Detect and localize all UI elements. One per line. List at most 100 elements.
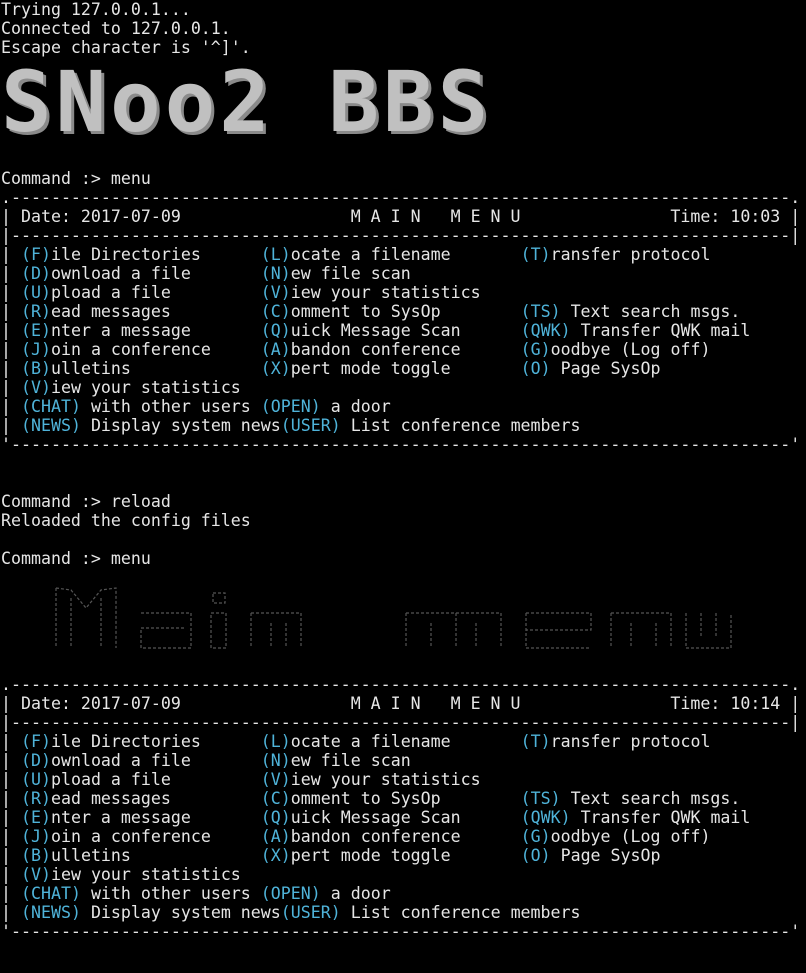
news-key[interactable]: NEWS [31,416,71,435]
main-menu-box: .---------------------------------------… [1,675,805,941]
quick-scan-key[interactable]: Q [271,321,281,340]
menu-border-bottom: '---------------------------------------… [1,435,801,454]
command-line: Command :> menu [1,549,805,568]
menu-row: | (NEWS) Display system news(USER) List … [1,416,581,435]
menu-row: | (NEWS) Display system news(USER) List … [1,903,581,922]
download-key[interactable]: D [31,264,41,283]
menu-row: | (E)nter a message (Q)uick Message Scan… [1,321,751,340]
expert-mode-key[interactable]: X [271,846,281,865]
upload-key[interactable]: U [31,283,41,302]
menu-row: | (CHAT) with other users (OPEN) a door [1,397,391,416]
text-search-key[interactable]: TS [531,789,551,808]
qwk-key[interactable]: QWK [531,808,561,827]
download-key[interactable]: D [31,751,41,770]
menu-title: M A I N M E N U [350,694,521,713]
view-stats-key-2[interactable]: V [31,865,41,884]
enter-message-key[interactable]: E [31,321,41,340]
menu-row: | (F)ile Directories (L)ocate a filename… [1,732,711,751]
menu-time: Time: 10:03 [670,207,781,226]
bulletins-key[interactable]: B [31,359,41,378]
news-key[interactable]: NEWS [31,903,71,922]
view-stats-key[interactable]: V [271,770,281,789]
command-text: reload [110,492,171,511]
join-conference-key[interactable]: J [31,827,41,846]
menu-row: | (E)nter a message (Q)uick Message Scan… [1,808,751,827]
abandon-conference-key[interactable]: A [271,827,281,846]
menu-time: Time: 10:14 [670,694,781,713]
bbs-logo-text: SNoo2 BBS [1,53,493,151]
goodbye-key[interactable]: G [531,827,541,846]
read-messages-key[interactable]: R [31,302,41,321]
bbs-logo-banner: SNoo2 BBS [1,55,805,150]
comment-key[interactable]: C [271,302,281,321]
chat-key[interactable]: CHAT [31,397,71,416]
menu-row: | (D)ownload a file (N)ew file scan [1,751,411,770]
menu-title: M A I N M E N U [350,207,521,226]
menu-border-bottom: '---------------------------------------… [1,922,801,941]
menu-border-top: .---------------------------------------… [1,188,801,207]
read-messages-key[interactable]: R [31,789,41,808]
terminal-window[interactable]: Trying 127.0.0.1... Connected to 127.0.0… [1,0,805,941]
session-line: Trying 127.0.0.1... [1,0,191,19]
bulletins-key[interactable]: B [31,846,41,865]
reload-message: Reloaded the config files [1,511,251,530]
menu-date: Date: 2017-07-09 [20,694,181,713]
open-door-key[interactable]: OPEN [271,397,311,416]
user-list-key[interactable]: USER [291,416,331,435]
open-door-key[interactable]: OPEN [271,884,311,903]
main-menu-ascii-art [55,587,732,649]
menu-row: | (B)ulletins (X)pert mode toggle (O) Pa… [1,846,661,865]
menu-divider: |---------------------------------------… [1,226,801,245]
new-file-scan-key[interactable]: N [271,751,281,770]
command-text: menu [110,549,151,568]
abandon-conference-key[interactable]: A [271,340,281,359]
menu-row: | (R)ead messages (C)omment to SysOp (TS… [1,789,741,808]
command-text: menu [110,169,151,188]
view-stats-key[interactable]: V [271,283,281,302]
command-prompt: Command :> [1,169,111,188]
upload-key[interactable]: U [31,770,41,789]
user-list-key[interactable]: USER [291,903,331,922]
menu-header: | Date: 2017-07-09 M A I N M E N U Time:… [1,207,801,226]
locate-key[interactable]: L [271,245,281,264]
page-sysop-key[interactable]: O [531,846,541,865]
new-file-scan-key[interactable]: N [271,264,281,283]
menu-row: | (U)pload a file (V)iew your statistics [1,283,481,302]
page-sysop-key[interactable]: O [531,359,541,378]
menu-date: Date: 2017-07-09 [20,207,181,226]
session-line: Connected to 127.0.0.1. [1,19,231,38]
menu-row: | (J)oin a conference (A)bandon conferen… [1,340,711,359]
locate-key[interactable]: L [271,732,281,751]
file-directories-key[interactable]: F [31,245,41,264]
menu-row: | (B)ulletins (X)pert mode toggle (O) Pa… [1,359,661,378]
qwk-key[interactable]: QWK [531,321,561,340]
command-line: Command :> menu [1,169,805,188]
menu-row: | (F)ile Directories (L)ocate a filename… [1,245,711,264]
menu-row: | (CHAT) with other users (OPEN) a door [1,884,391,903]
quick-scan-key[interactable]: Q [271,808,281,827]
transfer-protocol-key[interactable]: T [531,732,541,751]
menu-border-top: .---------------------------------------… [1,675,801,694]
view-stats-key-2[interactable]: V [31,378,41,397]
menu-row: | (V)iew your statistics [1,378,241,397]
menu-row: | (U)pload a file (V)iew your statistics [1,770,481,789]
join-conference-key[interactable]: J [31,340,41,359]
enter-message-key[interactable]: E [31,808,41,827]
goodbye-key[interactable]: G [531,340,541,359]
text-search-key[interactable]: TS [531,302,551,321]
menu-row: | (R)ead messages (C)omment to SysOp (TS… [1,302,741,321]
chat-key[interactable]: CHAT [31,884,71,903]
command-prompt: Command :> [1,549,111,568]
command-line: Command :> reload [1,492,805,511]
main-menu-box: .---------------------------------------… [1,188,805,454]
main-menu-banner [1,568,805,675]
menu-header: | Date: 2017-07-09 M A I N M E N U Time:… [1,694,801,713]
file-directories-key[interactable]: F [31,732,41,751]
menu-row: | (J)oin a conference (A)bandon conferen… [1,827,711,846]
menu-divider: |---------------------------------------… [1,713,801,732]
transfer-protocol-key[interactable]: T [531,245,541,264]
menu-row: | (V)iew your statistics [1,865,241,884]
comment-key[interactable]: C [271,789,281,808]
command-prompt: Command :> [1,492,111,511]
expert-mode-key[interactable]: X [271,359,281,378]
